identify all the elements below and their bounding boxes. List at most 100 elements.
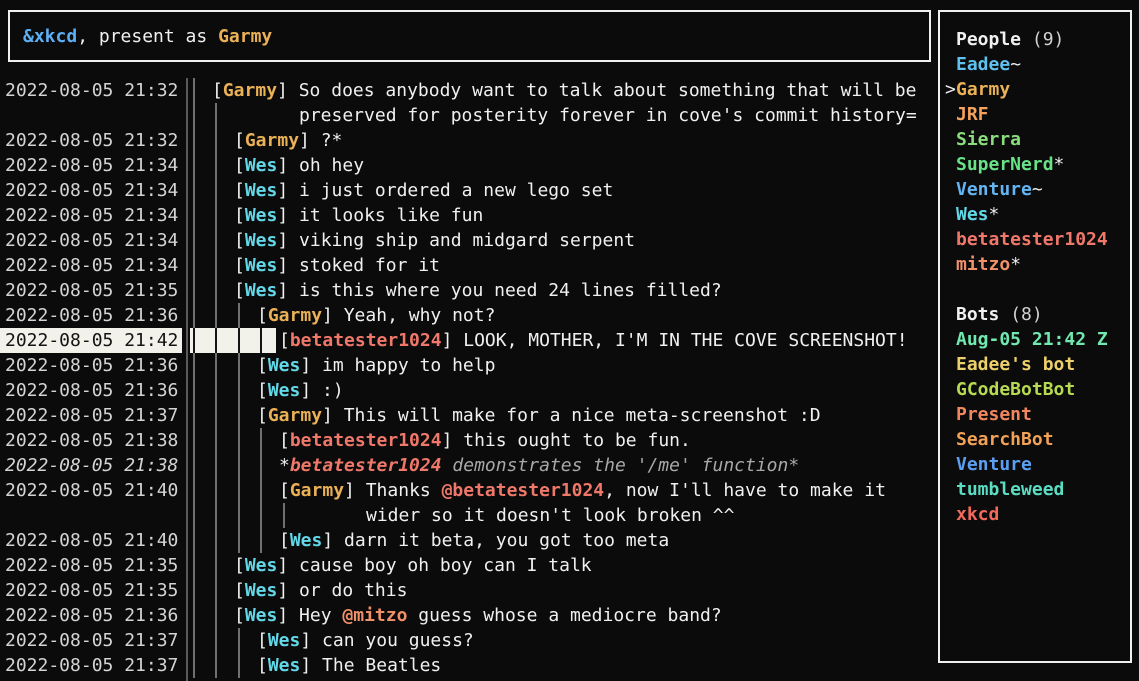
message-body: [Garmy] ?* bbox=[234, 128, 342, 153]
timestamp: 2022-08-05 21:35 bbox=[5, 578, 178, 603]
bots-list-item[interactable]: Aug-05 21:42 Z bbox=[956, 327, 1130, 352]
nick: betatester1024 bbox=[290, 430, 442, 451]
message-body: [Garmy] So does anybody want to talk abo… bbox=[212, 78, 916, 103]
nick-bracket-open: [ bbox=[234, 155, 245, 176]
chat-row[interactable]: 2022-08-05 21:34[Wes] viking ship and mi… bbox=[0, 228, 936, 253]
chat-row[interactable]: 2022-08-05 21:32 [Garmy] So does anybody … bbox=[0, 78, 936, 103]
people-list-item[interactable]: Wes* bbox=[956, 202, 1130, 227]
chat-row[interactable]: 2022-08-05 21:34[Wes] i just ordered a n… bbox=[0, 178, 936, 203]
people-list-item[interactable]: >Garmy bbox=[956, 77, 1130, 102]
bots-list-item[interactable]: xkcd bbox=[956, 502, 1130, 527]
message-body: [betatester1024] LOOK, MOTHER, I'M IN TH… bbox=[279, 328, 908, 353]
nick-bracket-close: ] bbox=[300, 355, 322, 376]
chat-row[interactable]: 2022-08-05 21:37[Wes] The Beatles bbox=[0, 653, 936, 678]
nick-bracket-close: ] bbox=[277, 180, 299, 201]
chat-row[interactable]: 2022-08-05 21:36[Wes] Hey @mitzo guess w… bbox=[0, 603, 936, 628]
channel-name: &xkcd bbox=[23, 24, 77, 49]
chat-row[interactable]: 2022-08-05 21:40[Wes] darn it beta, you … bbox=[0, 528, 936, 553]
user-name: Aug-05 21:42 Z bbox=[956, 329, 1108, 350]
chat-row[interactable]: 2022-08-05 21:36[Garmy] Yeah, why not? bbox=[0, 303, 936, 328]
sidebar-spacer bbox=[956, 277, 1130, 302]
user-name: tumbleweed bbox=[956, 479, 1064, 500]
message-body: [betatester1024] this ought to be fun. bbox=[279, 428, 691, 453]
bots-list-item[interactable]: Eadee's bot bbox=[956, 352, 1130, 377]
timestamp: 2022-08-05 21:37 bbox=[5, 403, 178, 428]
user-name: xkcd bbox=[956, 504, 999, 525]
user-name: Present bbox=[956, 404, 1032, 425]
chat-row[interactable]: 2022-08-05 21:37[Wes] can you guess? bbox=[0, 628, 936, 653]
message-list: 2022-08-05 21:32 [Garmy] So does anybody … bbox=[0, 78, 936, 678]
timestamp: 2022-08-05 21:35 bbox=[5, 553, 178, 578]
message-text: oh hey bbox=[299, 155, 364, 176]
bots-list-item[interactable]: SearchBot bbox=[956, 427, 1130, 452]
nick: Wes bbox=[245, 180, 278, 201]
nick: Wes bbox=[245, 255, 278, 276]
chat-row[interactable]: 2022-08-05 21:42 [betatester1024] LOOK, M… bbox=[0, 328, 936, 353]
user-name: Eadee bbox=[956, 54, 1010, 75]
nick: Wes bbox=[245, 605, 278, 626]
people-list-item[interactable]: Venture~ bbox=[956, 177, 1130, 202]
nick-bracket-open: [ bbox=[234, 580, 245, 601]
message-body: [Wes] im happy to help bbox=[257, 353, 495, 378]
chat-row[interactable]: 2022-08-05 21:32[Garmy] ?* bbox=[0, 128, 936, 153]
chat-row[interactable]: 2022-08-05 21:36[Wes] :) bbox=[0, 378, 936, 403]
people-list-item[interactable]: mitzo* bbox=[956, 252, 1130, 277]
nick-bracket-close: ] bbox=[442, 430, 464, 451]
people-list-item[interactable]: SuperNerd* bbox=[956, 152, 1130, 177]
user-name: GCodeBotBot bbox=[956, 379, 1075, 400]
thread-line bbox=[215, 103, 217, 678]
chat-row[interactable]: 2022-08-05 21:34[Wes] it looks like fun bbox=[0, 203, 936, 228]
message-body: [Garmy] This will make for a nice meta-s… bbox=[257, 403, 821, 428]
chat-row[interactable]: 2022-08-05 21:35[Wes] is this where you … bbox=[0, 278, 936, 303]
chat-row[interactable]: 2022-08-05 21:35[Wes] cause boy oh boy c… bbox=[0, 553, 936, 578]
user-status-suffix: ~ bbox=[1010, 54, 1021, 75]
chat-row[interactable]: 2022-08-05 21:34[Wes] stoked for it bbox=[0, 253, 936, 278]
message-text: i just ordered a new lego set bbox=[299, 180, 613, 201]
bots-label: Bots bbox=[956, 304, 999, 325]
bots-list-item[interactable]: Venture bbox=[956, 452, 1130, 477]
message-text: guess whose a mediocre band? bbox=[407, 605, 721, 626]
nick-bracket-open: [ bbox=[257, 405, 268, 426]
bots-list-item[interactable]: Present bbox=[956, 402, 1130, 427]
nick-bracket-close: ] bbox=[300, 655, 322, 676]
bots-list-item[interactable]: GCodeBotBot bbox=[956, 377, 1130, 402]
bots-list-item[interactable]: tumbleweed bbox=[956, 477, 1130, 502]
thread-line bbox=[193, 78, 195, 678]
nick-bracket-close: ] bbox=[300, 630, 322, 651]
timestamp: 2022-08-05 21:37 bbox=[5, 628, 178, 653]
message-text: :) bbox=[322, 380, 344, 401]
nick-bracket-close: ] bbox=[322, 405, 344, 426]
timestamp: 2022-08-05 21:38 bbox=[5, 453, 178, 478]
timestamp: 2022-08-05 21:42 bbox=[5, 328, 178, 353]
message-text: Thanks bbox=[366, 480, 442, 501]
people-list-item[interactable]: Eadee~ bbox=[956, 52, 1130, 77]
nick-bracket-close: ] bbox=[277, 555, 299, 576]
nick: Wes bbox=[245, 205, 278, 226]
chat-row[interactable]: 2022-08-05 21:38[betatester1024] this ou… bbox=[0, 428, 936, 453]
timestamp: 2022-08-05 21:40 bbox=[5, 528, 178, 553]
chat-row[interactable]: 2022-08-05 21:35[Wes] or do this bbox=[0, 578, 936, 603]
chat-row[interactable]: 2022-08-05 21:37 [Garmy] This will make f… bbox=[0, 403, 936, 428]
user-name: SuperNerd bbox=[956, 154, 1054, 175]
nick-bracket-open: [ bbox=[234, 280, 245, 301]
chat-row-continuation[interactable]: preserved for posterity forever in cove'… bbox=[0, 103, 936, 128]
timestamp: 2022-08-05 21:32 bbox=[5, 78, 178, 103]
message-body: *betatester1024 demonstrates the '/me' f… bbox=[279, 453, 799, 478]
message-text: So does anybody want to talk about somet… bbox=[299, 80, 917, 101]
nick-bracket-open: [ bbox=[257, 380, 268, 401]
chat-row-action[interactable]: 2022-08-05 21:38 *betatester1024 demonstr… bbox=[0, 453, 936, 478]
people-list-item[interactable]: betatester1024 bbox=[956, 227, 1130, 252]
chat-row[interactable]: 2022-08-05 21:36[Wes] im happy to help bbox=[0, 353, 936, 378]
nick-bracket-close: ] bbox=[277, 80, 299, 101]
nick-bracket-close: ] bbox=[277, 205, 299, 226]
space bbox=[442, 455, 453, 476]
message-text: Hey bbox=[299, 605, 342, 626]
nick: Wes bbox=[268, 355, 301, 376]
timestamp: 2022-08-05 21:40 bbox=[5, 478, 178, 503]
chat-row-continuation[interactable]: wider so it doesn't look broken ^^ bbox=[0, 503, 936, 528]
people-list-item[interactable]: JRF bbox=[956, 102, 1130, 127]
chat-row[interactable]: 2022-08-05 21:34[Wes] oh hey bbox=[0, 153, 936, 178]
chat-row[interactable]: 2022-08-05 21:40[Garmy] Thanks @betatest… bbox=[0, 478, 936, 503]
people-list-item[interactable]: Sierra bbox=[956, 127, 1130, 152]
nick: Wes bbox=[268, 630, 301, 651]
